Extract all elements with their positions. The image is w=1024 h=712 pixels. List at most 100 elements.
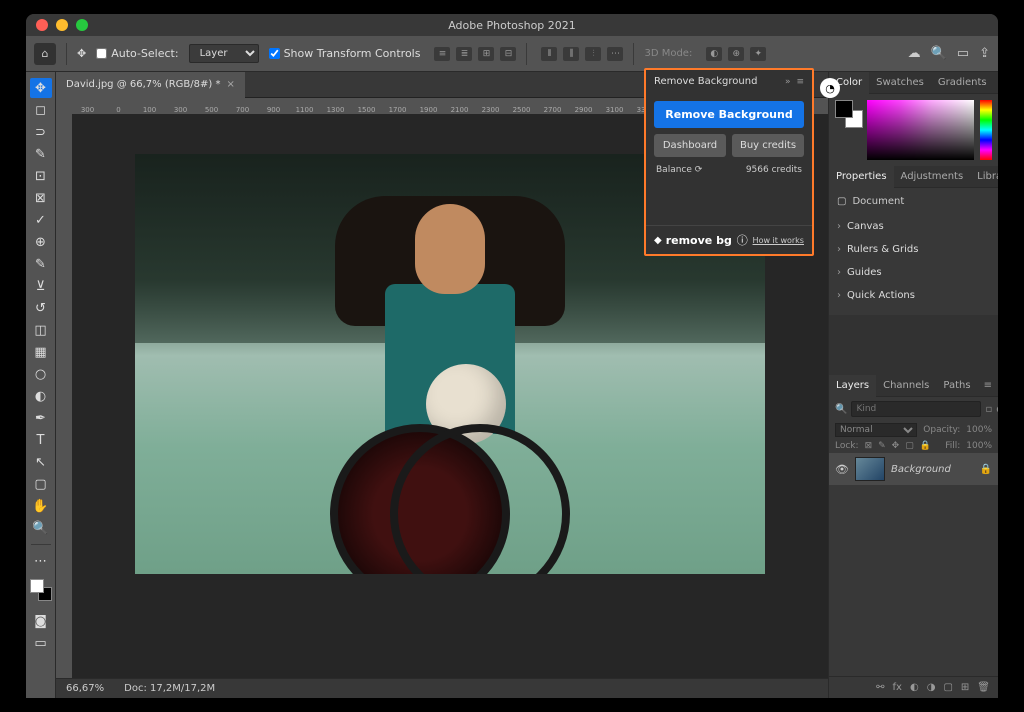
cloud-icon[interactable]: ☁ <box>908 46 921 61</box>
layer-thumbnail[interactable] <box>855 457 885 481</box>
document-tab[interactable]: David.jpg @ 66,7% (RGB/8#) * × <box>56 72 245 98</box>
distribute-icon[interactable]: ⫼ <box>563 47 579 61</box>
tab-libraries[interactable]: Libraries <box>970 166 998 188</box>
quick-mask-icon[interactable]: ◙ <box>30 611 52 631</box>
frame-tool[interactable]: ⊠ <box>30 188 52 208</box>
panel-menu-icon[interactable]: ≡ <box>796 77 804 87</box>
distribute-icon[interactable]: ⫴ <box>541 47 557 61</box>
brush-tool[interactable]: ✎ <box>30 254 52 274</box>
close-window-icon[interactable] <box>36 19 48 31</box>
show-transform-checkbox[interactable]: Show Transform Controls <box>269 47 421 60</box>
new-layer-icon[interactable]: ⊞ <box>961 682 969 693</box>
auto-select-checkbox[interactable]: Auto-Select: <box>96 47 178 60</box>
3d-icon[interactable]: ✦ <box>750 47 766 61</box>
minimize-window-icon[interactable] <box>56 19 68 31</box>
tab-adjustments[interactable]: Adjustments <box>894 166 971 188</box>
edit-toolbar-icon[interactable]: ⋯ <box>30 551 52 571</box>
visibility-icon[interactable]: 👁 <box>835 463 849 476</box>
lock-icon[interactable]: ✥ <box>892 441 900 451</box>
type-tool[interactable]: T <box>30 430 52 450</box>
maximize-window-icon[interactable] <box>76 19 88 31</box>
zoom-tool[interactable]: 🔍 <box>30 518 52 538</box>
path-tool[interactable]: ↖ <box>30 452 52 472</box>
align-icon[interactable]: ≡ <box>434 47 450 61</box>
blur-tool[interactable]: ○ <box>30 364 52 384</box>
layers-filter-input[interactable] <box>851 401 981 417</box>
tab-paths[interactable]: Paths <box>936 375 977 397</box>
align-icon[interactable]: ⊟ <box>500 47 516 61</box>
shape-tool[interactable]: ▢ <box>30 474 52 494</box>
mask-icon[interactable]: ◐ <box>910 682 919 693</box>
heal-tool[interactable]: ⊕ <box>30 232 52 252</box>
props-quick[interactable]: Quick Actions <box>837 284 990 307</box>
layer-row[interactable]: 👁 Background 🔒 <box>829 453 998 485</box>
lasso-tool[interactable]: ⊃ <box>30 122 52 142</box>
screen-mode-icon[interactable]: ▭ <box>30 633 52 653</box>
align-icon[interactable]: ≣ <box>456 47 472 61</box>
color-swatch-tool[interactable] <box>30 579 52 601</box>
eraser-tool[interactable]: ◫ <box>30 320 52 340</box>
lock-icon[interactable]: ✎ <box>878 441 886 451</box>
tab-layers[interactable]: Layers <box>829 375 876 397</box>
hue-slider[interactable] <box>980 100 992 160</box>
remove-background-button[interactable]: Remove Background <box>654 101 804 128</box>
3d-icon[interactable]: ◐ <box>706 47 722 61</box>
dashboard-button[interactable]: Dashboard <box>654 134 726 157</box>
props-canvas[interactable]: Canvas <box>837 215 990 238</box>
props-guides[interactable]: Guides <box>837 261 990 284</box>
tab-channels[interactable]: Channels <box>876 375 936 397</box>
history-brush-tool[interactable]: ↺ <box>30 298 52 318</box>
lock-icon[interactable]: 🔒 <box>980 464 992 475</box>
lock-all-icon[interactable]: 🔒 <box>920 441 931 451</box>
zoom-level[interactable]: 66,67% <box>66 683 104 694</box>
color-picker[interactable] <box>867 100 974 160</box>
home-icon[interactable]: ⌂ <box>34 43 56 65</box>
crop-tool[interactable]: ⊡ <box>30 166 52 186</box>
plugin-dock-icon[interactable]: ◔ <box>820 78 840 98</box>
lock-icon[interactable]: ⊠ <box>865 441 873 451</box>
link-icon[interactable]: ⚯ <box>876 682 884 693</box>
info-icon[interactable]: ⓘ <box>737 232 748 248</box>
marquee-tool[interactable]: ◻ <box>30 100 52 120</box>
adjustment-icon[interactable]: ◑ <box>927 682 936 693</box>
props-rulers[interactable]: Rulers & Grids <box>837 238 990 261</box>
share-icon[interactable]: ⇪ <box>979 46 990 61</box>
distribute-icon[interactable]: ⋯ <box>607 47 623 61</box>
delete-icon[interactable]: 🗑 <box>977 682 990 693</box>
3d-icon[interactable]: ⊕ <box>728 47 744 61</box>
plugin-title: Remove Background <box>654 76 757 87</box>
tab-swatches[interactable]: Swatches <box>869 72 931 94</box>
buy-credits-button[interactable]: Buy credits <box>732 134 804 157</box>
dodge-tool[interactable]: ◐ <box>30 386 52 406</box>
gradient-tool[interactable]: ▦ <box>30 342 52 362</box>
distribute-icon[interactable]: ⫶ <box>585 47 601 61</box>
filter-pixel-icon[interactable]: ▫ <box>985 402 992 416</box>
quick-select-tool[interactable]: ✎ <box>30 144 52 164</box>
how-it-works-link[interactable]: How it works <box>753 236 804 245</box>
lock-icon[interactable]: ▢ <box>905 441 914 451</box>
search-icon[interactable]: 🔍 <box>931 46 947 61</box>
collapse-icon[interactable]: » <box>785 77 791 87</box>
stamp-tool[interactable]: ⊻ <box>30 276 52 296</box>
pen-tool[interactable]: ✒ <box>30 408 52 428</box>
color-swatches[interactable] <box>835 100 861 160</box>
filter-adj-icon[interactable]: ◐ <box>996 402 998 416</box>
tab-properties[interactable]: Properties <box>829 166 894 188</box>
blend-mode-dropdown[interactable]: Normal <box>835 423 917 437</box>
group-icon[interactable]: ▢ <box>943 682 952 693</box>
panel-menu-icon[interactable]: ≡ <box>978 380 998 391</box>
workspace-icon[interactable]: ▭ <box>957 46 969 61</box>
tab-gradients[interactable]: Gradients <box>931 72 994 94</box>
layer-name[interactable]: Background <box>891 464 951 475</box>
close-tab-icon[interactable]: × <box>226 79 234 90</box>
move-tool-icon[interactable]: ✥ <box>77 47 86 60</box>
removebg-logo: remove bg <box>654 234 732 247</box>
tab-patterns[interactable]: Patterns <box>994 72 998 94</box>
fx-icon[interactable]: fx <box>893 682 902 693</box>
move-tool[interactable]: ✥ <box>30 78 52 98</box>
auto-select-dropdown[interactable]: Layer <box>189 44 259 63</box>
eyedropper-tool[interactable]: ✓ <box>30 210 52 230</box>
align-icon[interactable]: ⊞ <box>478 47 494 61</box>
right-panels: Color Swatches Gradients Patterns ≡ Prop… <box>828 72 998 698</box>
hand-tool[interactable]: ✋ <box>30 496 52 516</box>
